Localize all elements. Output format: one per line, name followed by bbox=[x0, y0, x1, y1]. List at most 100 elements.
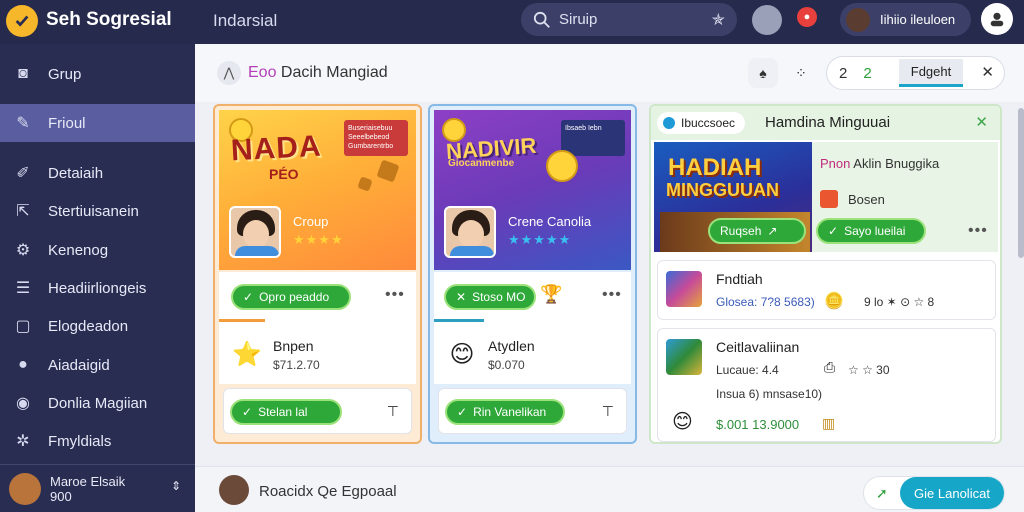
run-icon[interactable]: ➚ bbox=[876, 485, 888, 502]
main-header: ⋀ Eoo Dacih Mangiad ♠ ⁘ 2 2 Fdgeht ✕ bbox=[195, 44, 1024, 102]
tools-icon[interactable]: ⊤ bbox=[602, 403, 614, 420]
sidebar-item-stertiuisanein[interactable]: ⇱ Stertiuisanein bbox=[0, 192, 195, 230]
player-name: Crene Canolia bbox=[508, 214, 592, 229]
dice-icon bbox=[357, 176, 373, 192]
app-logo-icon[interactable] bbox=[6, 5, 38, 37]
user-menu[interactable]: Iihiio ileuloen bbox=[840, 3, 971, 36]
sidebar-item-frioul[interactable]: ✎ Frioul bbox=[0, 104, 195, 142]
sidebar-item-grup[interactable]: ◙ Grup bbox=[0, 55, 195, 93]
globe-icon: ◉ bbox=[16, 395, 30, 412]
sidebar-item-label: Aiadaigid bbox=[48, 356, 110, 374]
item-value: $.001 13.9000 bbox=[716, 417, 800, 432]
sidebar-item-kenenog[interactable]: ⚙ Kenenog bbox=[0, 231, 195, 269]
list-item[interactable]: ⭐ Bnpen $71.2.70 bbox=[219, 324, 416, 384]
star-badge-icon: ⭐ bbox=[232, 340, 262, 368]
user-avatar bbox=[846, 7, 870, 32]
back-icon[interactable]: ⋀ bbox=[217, 61, 241, 85]
sidebar-user[interactable]: Maroe Elsaik 900 ⇕ bbox=[0, 465, 195, 512]
game-card-2[interactable]: NADIVIR Giocanmenbe Ibsaeb Iebn Crene Ca… bbox=[428, 104, 637, 444]
action-group: ➚ Gie Lanolicat bbox=[863, 476, 1005, 510]
game-card-1[interactable]: NADA PÉO Buseriaisebuu Seeelbebeod Gumba… bbox=[213, 104, 422, 444]
tools-icon[interactable]: ⊤ bbox=[387, 403, 399, 420]
camera-icon: ◙ bbox=[18, 65, 28, 82]
category-chip[interactable]: Ibuccsoec bbox=[657, 112, 746, 134]
check-icon: ✓ bbox=[828, 224, 839, 238]
banner-tag: Ibsaeb Iebn bbox=[561, 120, 625, 156]
stop-button[interactable]: ✕ Stoso MO bbox=[444, 284, 536, 310]
sidebar-item-aiadaigid[interactable]: ● Aiadaigid bbox=[0, 346, 195, 384]
save-button[interactable]: ✓ Sayo lueilai bbox=[816, 218, 926, 244]
coin-icon bbox=[546, 150, 578, 182]
list-item[interactable]: 😊 Atydlen $0.070 bbox=[434, 324, 631, 384]
player-avatar bbox=[444, 206, 496, 258]
avatar[interactable] bbox=[752, 5, 782, 35]
list-item[interactable]: Ceitlavaliinan Lucaue: 4.4 ⎙ ☆ ☆ 30 Insu… bbox=[657, 328, 996, 442]
page-title-prefix: Eoo bbox=[248, 64, 277, 81]
bell-icon[interactable]: ♠ bbox=[748, 58, 778, 88]
card-action-strip: ✕ Stoso MO 🏆 ••• bbox=[434, 272, 631, 326]
request-button[interactable]: Ruqseh ↗ bbox=[708, 218, 806, 244]
select-button[interactable]: ✓ Stelan lal bbox=[230, 399, 342, 425]
rating-stars: ★★★★ bbox=[293, 232, 344, 247]
grid-icon[interactable]: ⁘ bbox=[786, 58, 816, 88]
more-icon[interactable]: ••• bbox=[602, 286, 622, 304]
profile-button[interactable] bbox=[981, 3, 1013, 35]
star-icon[interactable]: ✯ bbox=[712, 10, 725, 30]
search-box[interactable]: ✯ bbox=[521, 3, 737, 36]
close-icon[interactable]: ✕ bbox=[981, 63, 994, 81]
banner-title: HADIAH bbox=[668, 154, 762, 181]
rating-stars: ★★★★★ bbox=[508, 232, 572, 247]
scrollbar[interactable] bbox=[1018, 108, 1024, 258]
sidebar-item-fmyldials[interactable]: ✲ Fmyldials bbox=[0, 422, 195, 460]
run-button[interactable]: ✓ Rin Vanelikan bbox=[445, 399, 565, 425]
progress-bar bbox=[219, 319, 265, 322]
sidebar-item-label: Donlia Magiian bbox=[48, 394, 148, 412]
sidebar-item-label: Headiirliongeis bbox=[48, 279, 147, 297]
sidebar-item-headiirliongeis[interactable]: ☰ Headiirliongeis bbox=[0, 269, 195, 307]
open-button[interactable]: ✓ Opro peaddo bbox=[231, 284, 351, 310]
panel-title: Hamdina Minguuai bbox=[765, 114, 891, 131]
item-subtitle: Glosea: 7?8 5683) bbox=[716, 295, 815, 309]
card-footer: ✓ Stelan lal ⊤ bbox=[223, 388, 412, 434]
sidebar-user-id: 900 bbox=[50, 488, 72, 504]
more-icon[interactable]: ••• bbox=[968, 222, 988, 240]
gear-icon: ⚙ bbox=[15, 242, 31, 259]
panel-header: Ibuccsoec Hamdina Minguuai ✕ bbox=[651, 106, 1000, 140]
sidebar-item-elogdeadon[interactable]: ▢ Elogdeadon bbox=[0, 307, 195, 345]
chevron-updown-icon[interactable]: ⇕ bbox=[171, 479, 181, 493]
item-value: $0.070 bbox=[488, 358, 525, 372]
seg-option-a[interactable]: 2 bbox=[839, 65, 847, 82]
info-icon bbox=[663, 117, 675, 129]
banner-subtitle: Giocanmenbe bbox=[448, 158, 515, 169]
launch-button[interactable]: Gie Lanolicat bbox=[900, 477, 1004, 509]
list-item[interactable]: Fndtiah Glosea: 7?8 5683) 🪙 9 lo ✶ ⊙ ☆ 8 bbox=[657, 260, 996, 320]
badge-icon bbox=[820, 190, 838, 208]
pen-icon: ✎ bbox=[16, 115, 30, 132]
view-switcher[interactable]: 2 2 Fdgeht ✕ bbox=[826, 56, 1005, 90]
close-icon[interactable]: ✕ bbox=[975, 113, 988, 131]
detail-line: Pnon Aklin Bnuggika bbox=[820, 156, 940, 171]
list-icon: ☰ bbox=[15, 280, 31, 297]
banner-tag: Buseriaisebuu Seeelbebeod Gumbarentrbo bbox=[344, 120, 408, 156]
sidebar-item-label: Grup bbox=[48, 65, 82, 83]
card-action-strip: ✓ Opro peaddo ••• bbox=[219, 272, 416, 326]
breadcrumb[interactable]: Indarsial bbox=[213, 11, 277, 31]
sidebar-item-donlia-magiian[interactable]: ◉ Donlia Magiian bbox=[0, 384, 195, 422]
sidebar-item-label: Kenenog bbox=[48, 241, 109, 259]
item-title: Ceitlavaliinan bbox=[716, 339, 800, 355]
chart-icon: ▥ bbox=[822, 415, 836, 431]
sidebar-item-label: Frioul bbox=[48, 114, 86, 132]
notification-icon[interactable]: ● bbox=[797, 7, 817, 27]
coin-icon: 🪙 bbox=[824, 293, 844, 310]
seg-option-b[interactable]: 2 bbox=[863, 65, 871, 82]
page-title: Eoo Dacih Mangiad bbox=[248, 64, 388, 82]
more-icon[interactable]: ••• bbox=[385, 286, 405, 304]
dice-icon bbox=[376, 159, 400, 183]
sidebar-item-detaiaih[interactable]: ✐ Detaiaih bbox=[0, 154, 195, 192]
pencil-icon: ✐ bbox=[16, 165, 30, 182]
tab-active[interactable]: Fdgeht bbox=[899, 59, 963, 87]
card-footer: ✓ Rin Vanelikan ⊤ bbox=[438, 388, 627, 434]
close-icon: ✕ bbox=[456, 290, 467, 304]
search-input[interactable] bbox=[559, 11, 699, 28]
avatar[interactable] bbox=[219, 475, 249, 505]
